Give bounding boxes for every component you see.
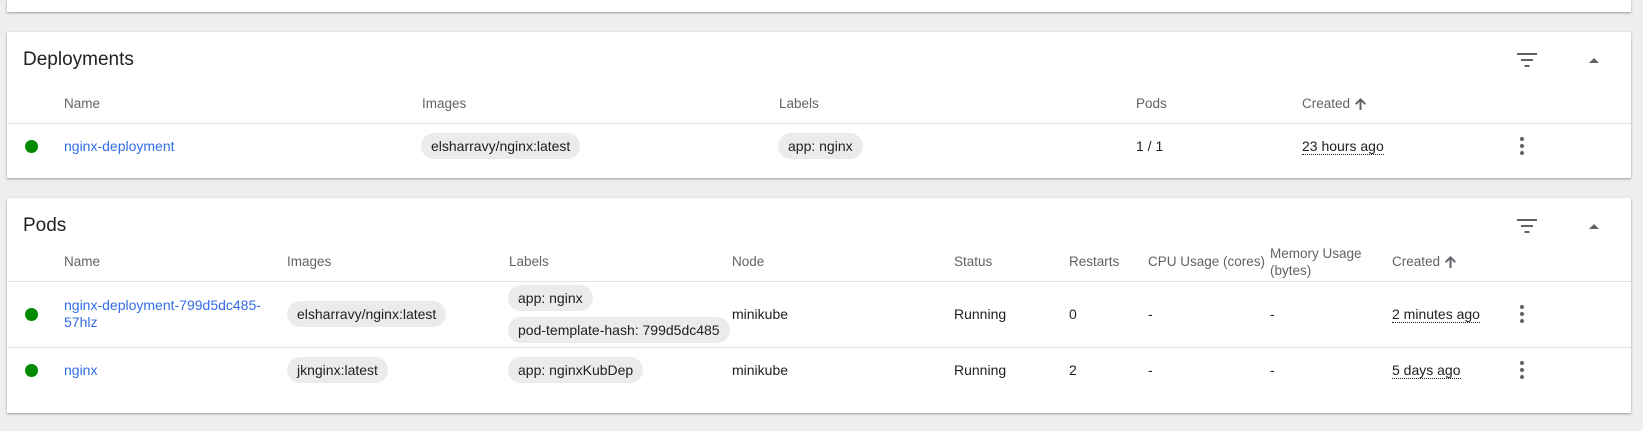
column-header-labels: Labels [779,96,819,111]
column-header-cpu: CPU Usage (cores) [1148,254,1266,269]
label-chip: app: nginx [508,285,593,311]
node-name: minikube [732,306,789,322]
label-chip: pod-template-hash: 799d5dc485 [508,317,730,343]
label-chip: app: nginxKubDep [508,357,644,383]
pod-status: Running [954,362,1007,378]
column-header-created[interactable]: Created [1392,254,1457,269]
cpu-usage: - [1148,362,1153,378]
status-running-indicator [25,308,38,321]
restart-count: 2 [1069,362,1077,378]
pods-collapse-button[interactable] [1574,206,1614,246]
pods-title: Pods [23,215,67,236]
expand-less-icon [1589,224,1599,229]
created-time: 2 minutes ago [1392,306,1480,323]
more-vert-icon[interactable] [1512,358,1532,382]
column-header-pods: Pods [1136,96,1167,111]
restart-count: 0 [1069,306,1077,322]
pods-card: Pods Name Images Labels Node Status Rest… [7,198,1631,413]
column-header-status[interactable]: Status [954,254,992,269]
node-name: minikube [732,362,789,378]
deployments-card: Deployments Name Images Labels Pods Crea… [7,32,1631,178]
pods-filter-button[interactable] [1507,206,1547,246]
filter-list-icon [1517,53,1537,67]
column-header-images: Images [422,96,467,111]
label-chip: app: nginx [778,133,863,159]
pods-count: 1 / 1 [1136,138,1164,154]
pod-status: Running [954,306,1007,322]
arrow-upward-icon [1355,98,1367,110]
header-divider [7,281,1631,282]
column-header-images: Images [287,254,332,269]
column-header-restarts: Restarts [1069,254,1120,269]
expand-less-icon [1589,58,1599,63]
deployments-collapse-button[interactable] [1574,40,1614,80]
column-header-memory: Memory Usage (bytes) [1270,246,1362,278]
column-header-name[interactable]: Name [64,254,100,269]
cpu-usage: - [1148,306,1153,322]
pod-name-link[interactable]: nginx [64,362,97,378]
filter-list-icon [1517,219,1537,233]
image-chip: elsharravy/nginx:latest [287,301,447,327]
deployments-title: Deployments [23,49,134,70]
column-header-node[interactable]: Node [732,254,764,269]
column-header-created-label: Created [1392,254,1441,269]
more-vert-icon[interactable] [1512,302,1532,326]
image-chip: jknginx:latest [287,357,388,383]
arrow-upward-icon [1445,256,1457,268]
status-running-indicator [25,140,38,153]
column-header-created-label: Created [1302,96,1351,111]
pod-name-link[interactable]: nginx-deployment-799d5dc485-57hlz [64,297,279,331]
more-vert-icon[interactable] [1512,134,1532,158]
memory-usage: - [1270,306,1275,322]
status-running-indicator [25,364,38,377]
column-header-created[interactable]: Created [1302,96,1367,111]
row-divider [7,347,1631,348]
previous-card [7,0,1631,12]
column-header-name[interactable]: Name [64,96,100,111]
column-header-labels: Labels [509,254,549,269]
deployments-filter-button[interactable] [1507,40,1547,80]
created-time: 23 hours ago [1302,138,1384,155]
memory-usage: - [1270,362,1275,378]
created-time: 5 days ago [1392,362,1461,379]
image-chip: elsharravy/nginx:latest [421,133,581,159]
deployment-name-link[interactable]: nginx-deployment [64,138,175,154]
header-divider [7,123,1631,124]
